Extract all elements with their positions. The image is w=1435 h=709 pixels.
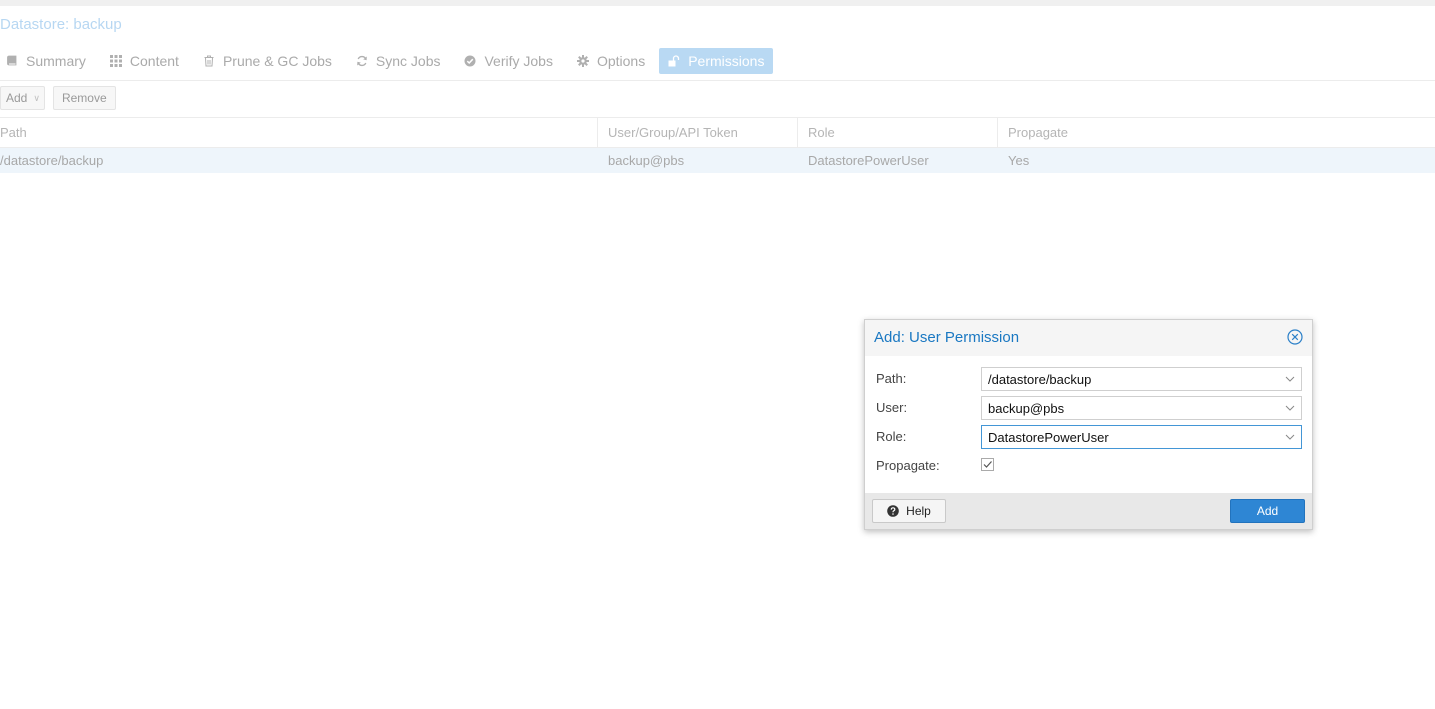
add-permission-dialog: Add: User Permission Path: /datastore/ba… <box>864 319 1313 530</box>
grid-icon <box>109 55 122 67</box>
path-value: /datastore/backup <box>988 372 1092 387</box>
role-combobox[interactable]: DatastorePowerUser <box>981 425 1302 449</box>
add-button[interactable]: Add ∨ <box>0 86 45 110</box>
tab-label: Permissions <box>688 53 765 69</box>
top-strip <box>0 0 1435 6</box>
tab-permissions[interactable]: Permissions <box>659 48 774 74</box>
dialog-title: Add: User Permission <box>874 329 1020 346</box>
tab-bar: Summary Content Prune & GC Jobs Sync Job… <box>0 48 777 74</box>
tab-label: Sync Jobs <box>375 53 441 69</box>
user-row: User: backup@pbs <box>876 396 1302 420</box>
chevron-down-icon[interactable] <box>1285 375 1295 383</box>
book-icon <box>6 55 18 67</box>
user-combobox[interactable]: backup@pbs <box>981 396 1302 420</box>
refresh-icon <box>356 55 368 67</box>
column-header-propagate[interactable]: Propagate <box>998 118 1435 147</box>
role-value: DatastorePowerUser <box>988 430 1109 445</box>
role-row: Role: DatastorePowerUser <box>876 425 1302 449</box>
cell-propagate: Yes <box>1008 153 1030 168</box>
divider <box>0 80 1435 81</box>
user-value: backup@pbs <box>988 401 1065 416</box>
grid-header: Path User/Group/API Token Role Propagate <box>0 118 1435 148</box>
cell-user: backup@pbs <box>608 153 685 168</box>
page-title: Datastore: backup <box>0 16 122 33</box>
remove-button[interactable]: Remove <box>52 86 116 110</box>
path-row: Path: /datastore/backup <box>876 367 1302 391</box>
tab-label: Options <box>596 53 646 69</box>
tab-label: Verify Jobs <box>484 53 553 69</box>
dialog-footer: Help Add <box>865 493 1312 529</box>
help-label: Help <box>906 504 931 518</box>
propagate-label: Propagate: <box>876 458 940 473</box>
question-circle-icon <box>887 505 899 517</box>
cell-path: /datastore/backup <box>0 153 104 168</box>
help-button[interactable]: Help <box>872 499 946 523</box>
tab-options[interactable]: Options <box>567 48 655 74</box>
toolbar: Add ∨ Remove <box>0 86 116 110</box>
propagate-checkbox[interactable] <box>981 458 994 471</box>
column-header-user[interactable]: User/Group/API Token <box>598 118 798 147</box>
tab-prune-gc-jobs[interactable]: Prune & GC Jobs <box>193 48 342 74</box>
chevron-down-icon: ∨ <box>33 92 40 103</box>
tab-summary[interactable]: Summary <box>0 48 96 74</box>
gear-icon <box>576 55 589 67</box>
propagate-row: Propagate: <box>876 454 1302 478</box>
tab-label: Content <box>129 53 179 69</box>
user-label: User: <box>876 400 908 415</box>
role-label: Role: <box>876 429 907 444</box>
tab-content[interactable]: Content <box>100 48 189 74</box>
tab-label: Prune & GC Jobs <box>222 53 332 69</box>
path-combobox[interactable]: /datastore/backup <box>981 367 1302 391</box>
dialog-header[interactable]: Add: User Permission <box>865 320 1312 356</box>
column-header-path[interactable]: Path <box>0 118 598 147</box>
add-button-label: Add <box>6 91 28 105</box>
table-row[interactable]: /datastore/backup backup@pbs DatastorePo… <box>0 148 1435 173</box>
chevron-down-icon[interactable] <box>1285 433 1295 441</box>
unlock-icon <box>668 55 680 67</box>
cell-role: DatastorePowerUser <box>808 153 929 168</box>
chevron-down-icon[interactable] <box>1285 404 1295 412</box>
tab-verify-jobs[interactable]: Verify Jobs <box>454 48 562 74</box>
tab-label: Summary <box>26 53 86 69</box>
close-icon[interactable] <box>1287 329 1303 345</box>
column-header-role[interactable]: Role <box>798 118 998 147</box>
path-label: Path: <box>876 371 907 386</box>
check-circle-icon <box>464 55 476 67</box>
add-submit-button[interactable]: Add <box>1230 499 1305 523</box>
trash-icon <box>203 55 215 67</box>
tab-sync-jobs[interactable]: Sync Jobs <box>346 48 451 74</box>
